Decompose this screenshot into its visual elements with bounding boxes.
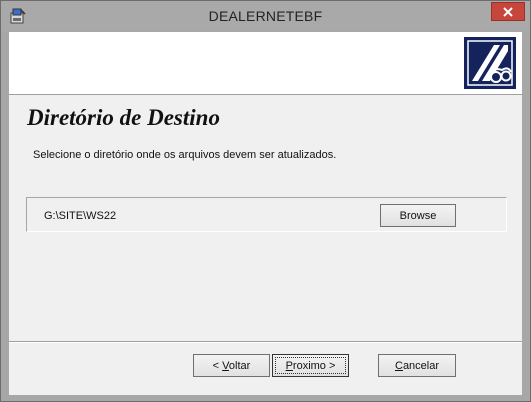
cancel-label: Cancelar xyxy=(394,359,440,372)
next-label: Proximo > xyxy=(285,359,336,372)
back-label: < Voltar xyxy=(212,359,251,372)
window-title: DEALERNETEBF xyxy=(208,8,323,24)
browse-label: Browse xyxy=(399,209,437,222)
title-bar[interactable]: DEALERNETEBF xyxy=(1,1,530,31)
next-button[interactable]: Proximo > xyxy=(272,354,349,377)
back-label-rest: oltar xyxy=(228,359,251,372)
setup-window: DEALERNETEBF Diretório de Destino Seleci… xyxy=(0,0,531,402)
wizard-header xyxy=(9,32,522,95)
close-icon xyxy=(503,6,513,17)
company-logo xyxy=(464,37,516,89)
back-button[interactable]: < Voltar xyxy=(193,354,270,377)
destination-panel: G:\SITE\WS22 Browse xyxy=(26,197,507,232)
wizard-body: Diretório de Destino Selecione o diretór… xyxy=(9,32,522,395)
destination-path: G:\SITE\WS22 xyxy=(44,210,117,222)
browse-button[interactable]: Browse xyxy=(380,204,456,227)
cancel-button[interactable]: Cancelar xyxy=(378,354,456,377)
page-title: Diretório de Destino xyxy=(27,105,220,130)
footer-divider xyxy=(9,341,522,343)
close-button[interactable] xyxy=(491,2,525,21)
page-subtitle: Selecione o diretório onde os arquivos d… xyxy=(33,149,337,161)
